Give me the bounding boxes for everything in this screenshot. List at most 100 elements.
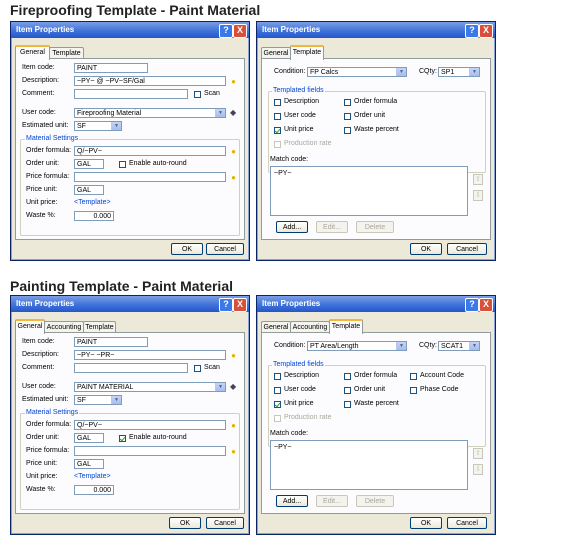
close-icon[interactable]: X [479,298,493,312]
cancel-button[interactable]: Cancel [206,517,244,529]
cancel-button[interactable]: Cancel [206,243,244,255]
enable-autoround-checkbox[interactable] [119,161,126,168]
phase-code-checkbox[interactable] [410,387,417,394]
help-icon[interactable]: ? [465,298,479,312]
material-settings-label: Material Settings [25,135,80,143]
bulb-icon[interactable]: ● [230,77,237,86]
cancel-button[interactable]: Cancel [447,243,487,255]
estimated-unit-select[interactable]: SF ▼ [74,121,122,131]
user-code-checkbox[interactable] [274,113,281,120]
price-formula-field[interactable] [74,172,226,182]
estimated-unit-select[interactable]: SF ▼ [74,395,122,405]
unit-price-checkbox[interactable] [274,401,281,408]
price-unit-label: Price unit: [26,186,58,193]
waste-percent-checkbox[interactable] [344,401,351,408]
templated-fields-label: Templated fields [272,87,325,95]
waste-field[interactable]: 0.000 [74,211,114,221]
comment-field[interactable] [74,363,188,373]
dialog-titlebar: Item Properties [11,296,249,312]
pencil-icon[interactable]: ◆ [230,109,238,117]
condition-label: Condition: [274,342,306,349]
unit-price-template-link[interactable]: <Template> [74,472,111,482]
order-formula-checkbox[interactable] [344,99,351,106]
cancel-button[interactable]: Cancel [447,517,487,529]
help-icon[interactable]: ? [219,298,233,312]
estimated-unit-value: SF [77,397,86,404]
templated-fields-label: Templated fields [272,361,325,369]
chevron-down-icon: ▼ [396,342,406,350]
comment-field[interactable] [74,89,188,99]
pencil-icon[interactable]: ◆ [230,383,238,391]
arrow-up-icon: ⇧ [473,174,483,185]
account-code-checkbox[interactable] [410,373,417,380]
chevron-down-icon: ▼ [396,68,406,76]
tab-general[interactable]: General [15,45,50,60]
waste-percent-check-label: Waste percent [354,400,399,407]
bulb-icon[interactable]: ● [230,351,237,360]
item-code-label: Item code: [22,338,55,345]
user-code-select[interactable]: Fireproofing Material ▼ [74,108,226,118]
order-unit-check-label: Order unit [354,386,386,393]
order-formula-field[interactable]: Q/~PV~ [74,420,226,430]
unit-price-template-link[interactable]: <Template> [74,198,111,208]
production-rate-checkbox [274,141,281,148]
order-unit-field[interactable]: GAL [74,433,104,443]
help-icon[interactable]: ? [219,24,233,38]
bulb-icon[interactable]: ● [230,421,237,430]
ok-button[interactable]: OK [169,517,201,529]
order-unit-checkbox[interactable] [344,387,351,394]
price-unit-field[interactable]: GAL [74,185,104,195]
add-button[interactable]: Add... [276,495,308,507]
item-code-field[interactable]: PAINT [74,337,148,347]
chevron-down-icon: ▼ [215,383,225,391]
order-unit-checkbox[interactable] [344,113,351,120]
bulb-icon[interactable]: ● [230,147,237,156]
ok-button[interactable]: OK [410,517,442,529]
ok-button[interactable]: OK [171,243,203,255]
user-code-value: Fireproofing Material [77,110,142,117]
unit-price-checkbox[interactable] [274,127,281,134]
scan-checkbox[interactable] [194,91,201,98]
enable-autoround-checkbox[interactable] [119,435,126,442]
match-code-list[interactable]: ~PY~ [270,166,468,216]
description-field[interactable]: ~PY~ ~PR~ [74,350,226,360]
bulb-icon[interactable]: ● [230,173,237,182]
bulb-icon[interactable]: ● [230,447,237,456]
description-checkbox[interactable] [274,99,281,106]
cqty-select[interactable]: SCAT1 ▼ [438,341,480,351]
match-code-item[interactable]: ~PY~ [274,170,292,177]
condition-value: PT Area/Length [310,343,359,350]
user-code-select[interactable]: PAINT MATERIAL ▼ [74,382,226,392]
close-icon[interactable]: X [479,24,493,38]
order-formula-label: Order formula: [26,421,72,428]
price-formula-label: Price formula: [26,447,70,454]
waste-percent-checkbox[interactable] [344,127,351,134]
waste-field[interactable]: 0.000 [74,485,114,495]
user-code-checkbox[interactable] [274,387,281,394]
close-icon[interactable]: X [233,24,247,38]
item-code-field[interactable]: PAINT [74,63,148,73]
match-code-item[interactable]: ~PY~ [274,444,292,451]
ok-button[interactable]: OK [410,243,442,255]
tab-general[interactable]: General [15,319,45,334]
match-code-list[interactable]: ~PY~ [270,440,468,490]
condition-select[interactable]: FP Calcs ▼ [307,67,407,77]
order-formula-field[interactable]: Q/~PV~ [74,146,226,156]
price-unit-field[interactable]: GAL [74,459,104,469]
scan-checkbox[interactable] [194,365,201,372]
description-checkbox[interactable] [274,373,281,380]
description-field[interactable]: ~PY~ @ ~PV~SF/Gal [74,76,226,86]
condition-select[interactable]: PT Area/Length ▼ [307,341,407,351]
item-properties-dialog-pt-general: Item Properties ? X General Accounting T… [10,295,250,535]
price-formula-field[interactable] [74,446,226,456]
arrow-down-icon: ⇩ [473,190,483,201]
tab-template[interactable]: Template [290,45,324,60]
user-code-check-label: User code [284,386,316,393]
order-unit-field[interactable]: GAL [74,159,104,169]
help-icon[interactable]: ? [465,24,479,38]
order-formula-checkbox[interactable] [344,373,351,380]
close-icon[interactable]: X [233,298,247,312]
add-button[interactable]: Add... [276,221,308,233]
tab-template[interactable]: Template [329,319,363,334]
cqty-select[interactable]: SP1 ▼ [438,67,480,77]
